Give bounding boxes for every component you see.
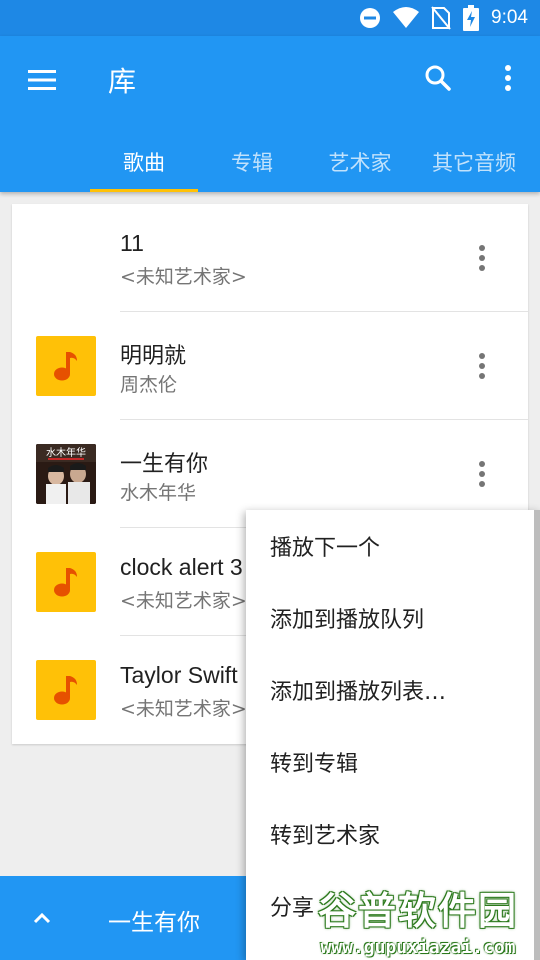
status-time: 9:04 [491, 7, 528, 28]
song-artist: 周杰伦 [120, 374, 178, 396]
watermark-url: www.gupuxiazai.com [320, 936, 516, 958]
song-title: 一生有你 [120, 452, 209, 477]
tab-bar: 歌曲 专辑 艺术家 其它音频 [0, 132, 540, 192]
hamburger-menu-icon[interactable] [20, 58, 64, 102]
more-vert-icon[interactable] [464, 454, 500, 494]
tab-albums[interactable]: 专辑 [198, 132, 306, 192]
status-bar: 9:04 [0, 0, 540, 36]
more-vert-icon[interactable] [464, 238, 500, 278]
tab-other-audio[interactable]: 其它音频 [414, 132, 534, 192]
menu-item-play-next[interactable]: 播放下一个 [246, 510, 534, 582]
menu-item-go-to-artist[interactable]: 转到艺术家 [246, 798, 534, 870]
search-icon[interactable] [418, 58, 458, 98]
song-artist: <未知艺术家> [120, 590, 247, 612]
song-title: clock alert 3 [120, 554, 243, 580]
watermark-logo: 谷普软件园 [317, 888, 518, 933]
menu-item-add-to-playlist[interactable]: 添加到播放列表… [246, 654, 534, 726]
music-note-icon [36, 552, 96, 612]
song-title: 明明就 [120, 344, 187, 369]
page-title: 库 [108, 65, 137, 98]
no-sim-icon [431, 6, 451, 30]
music-note-icon [36, 336, 96, 396]
more-vert-icon[interactable] [464, 346, 500, 386]
list-item[interactable]: 明明就 周杰伦 [12, 312, 528, 420]
menu-item-go-to-album[interactable]: 转到专辑 [246, 726, 534, 798]
do-not-disturb-icon [360, 8, 381, 28]
list-item[interactable]: 11 <未知艺术家> [12, 204, 528, 312]
song-artist: <未知艺术家> [120, 266, 247, 288]
tab-songs[interactable]: 歌曲 [90, 132, 198, 192]
wifi-icon [393, 7, 420, 28]
song-title: 11 [120, 230, 144, 256]
status-icons: 9:04 [359, 5, 528, 31]
watermark: 谷普软件园 www.gupuxiazai.com [296, 880, 540, 960]
tab-indicator [90, 189, 198, 192]
battery-charging-icon [463, 5, 480, 31]
song-title: Taylor Swift [120, 662, 238, 688]
now-playing-title: 一生有你 [108, 910, 200, 936]
tab-artists[interactable]: 艺术家 [306, 132, 414, 192]
menu-item-add-to-queue[interactable]: 添加到播放队列 [246, 582, 534, 654]
music-note-icon [36, 660, 96, 720]
song-artist: <未知艺术家> [120, 698, 247, 720]
app-bar: 库 歌曲 专辑 艺术家 其它音频 [0, 36, 540, 192]
more-vert-icon[interactable] [488, 58, 528, 98]
chevron-up-icon[interactable] [26, 902, 58, 934]
album-art-text: 水木年华 [46, 446, 86, 459]
album-art: 水木年华 [36, 444, 96, 504]
song-artist: 水木年华 [120, 482, 197, 504]
